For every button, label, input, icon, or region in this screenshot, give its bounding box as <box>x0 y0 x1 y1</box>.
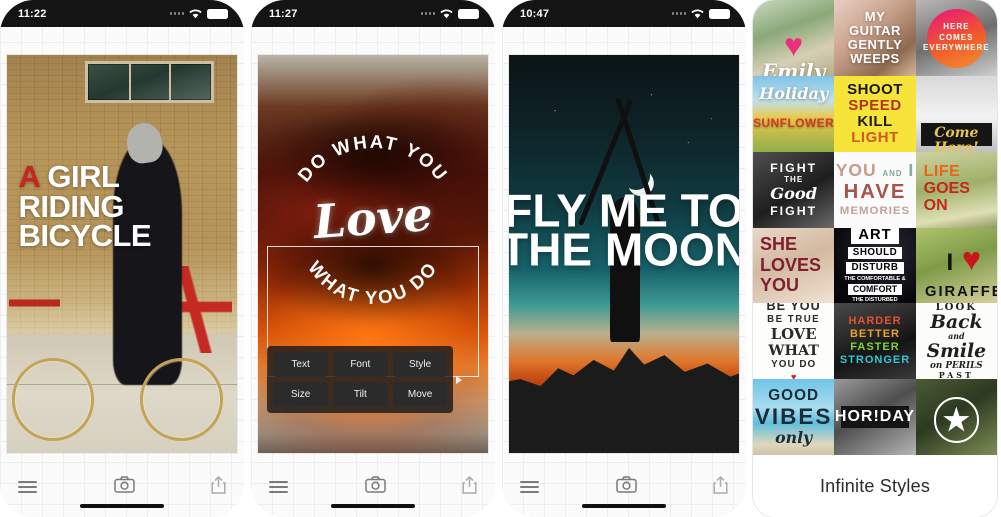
tile-here-label: HERE COMES EVERYWHERE <box>923 21 990 53</box>
tile-art-label: ARTSHOULDDISTURB THE COMFORTABLE & COMFORT… <box>844 227 906 303</box>
tile-guitar[interactable]: MY GUITAR GENTLY WEEPS <box>834 0 916 76</box>
gallery-caption: Infinite Styles <box>753 455 997 517</box>
tile-art[interactable]: ARTSHOULDDISTURB THE COMFORTABLE & COMFORT… <box>834 227 916 304</box>
bicycle-photo <box>7 55 237 453</box>
phone-sunset: 11:27 DO WHAT YOU WHAT YOU DO Love Text … <box>251 0 495 517</box>
signal-dots-icon <box>169 12 184 15</box>
bottom-toolbar-2 <box>251 457 495 517</box>
tool-button-move[interactable]: Move <box>392 382 448 408</box>
home-indicator-1 <box>80 504 164 508</box>
tile-beyou-label: BE YOU BE TRUE LOVE WHAT YOU DO ♥ <box>766 303 821 380</box>
screen-1: A GIRL RIDING BICYCLE <box>0 27 244 517</box>
status-bar-1: 11:22 <box>0 0 244 27</box>
wifi-icon <box>691 8 704 19</box>
tile-shoot-label: SHOOT SPEED KILL LIGHT <box>847 81 903 147</box>
tile-eagle-label: ★ <box>942 404 970 438</box>
home-indicator-2 <box>331 504 415 508</box>
tile-memories[interactable]: YOU AND I HAVE MEMORIES <box>834 151 916 228</box>
phone-moon: 10:47 FLY ME TO THE MOON <box>502 0 746 517</box>
status-bar-2: 11:27 <box>251 0 495 27</box>
tile-emily-label: ♥ Emily <box>762 27 826 76</box>
tool-button-font[interactable]: Font <box>332 352 388 378</box>
camera-icon[interactable] <box>364 476 386 498</box>
menu-icon[interactable] <box>18 481 37 493</box>
tile-life-label: LIFE GOES ON <box>923 163 970 214</box>
menu-icon[interactable] <box>269 481 288 493</box>
tile-horiday-label: HOR!DAY <box>834 408 916 426</box>
artwork-line-2: RIDING <box>18 188 125 224</box>
script-word-love[interactable]: Love <box>312 187 435 249</box>
camera-icon[interactable] <box>113 476 135 498</box>
tile-guitar-label: MY GUITAR GENTLY WEEPS <box>847 9 903 67</box>
menu-icon[interactable] <box>520 481 539 493</box>
tile-vibes-label: GOOD VIBES only <box>754 387 833 448</box>
wifi-icon <box>440 8 453 19</box>
battery-icon <box>458 8 479 19</box>
artwork-canvas-2[interactable]: DO WHAT YOU WHAT YOU DO Love Text Font S… <box>258 55 488 453</box>
artwork-canvas-1[interactable]: A GIRL RIDING BICYCLE <box>7 55 237 453</box>
tile-fight-label: FIGHT THE Good FIGHT <box>770 160 818 219</box>
tool-button-style[interactable]: Style <box>392 352 448 378</box>
status-bar-3: 10:47 <box>502 0 746 27</box>
arc-text-bottom: WHAT YOU DO <box>304 257 441 308</box>
tile-come-label: Come Here! <box>934 124 979 152</box>
tile-holiday-label: Holiday SUNFLOWER <box>753 83 835 130</box>
screen-3: FLY ME TO THE MOON <box>502 27 746 517</box>
status-clock-3: 10:47 <box>520 7 550 20</box>
home-indicator-3 <box>582 504 666 508</box>
phone-bicycle: 11:22 A GIRL RIDING BICYCLE <box>0 0 244 517</box>
tile-vibes[interactable]: GOOD VIBES only <box>753 379 835 455</box>
share-icon[interactable] <box>211 475 226 499</box>
tile-come[interactable]: Come Here! <box>915 75 997 152</box>
tool-button-size[interactable]: Size <box>273 382 328 408</box>
wifi-icon <box>189 8 202 19</box>
status-clock-1: 11:22 <box>18 7 47 20</box>
status-clock-2: 11:27 <box>269 7 298 20</box>
bottom-toolbar-3 <box>502 457 746 517</box>
moon-line-2: THE MOON <box>509 223 739 276</box>
edit-tool-panel: Text Font Style Size Tilt Move <box>267 346 463 414</box>
tile-life[interactable]: LIFE GOES ON <box>915 151 997 228</box>
tile-beyou[interactable]: BE YOU BE TRUE LOVE WHAT YOU DO ♥ <box>753 303 835 380</box>
battery-icon <box>207 8 228 19</box>
tile-here[interactable]: HERE COMES EVERYWHERE <box>915 0 997 76</box>
artwork-canvas-3[interactable]: FLY ME TO THE MOON <box>509 55 739 453</box>
tile-emily[interactable]: ♥ Emily <box>753 0 835 76</box>
tool-button-text[interactable]: Text <box>273 352 328 378</box>
status-indicators-1 <box>169 8 228 19</box>
signal-dots-icon <box>420 12 435 15</box>
tile-she[interactable]: SHE LOVES YOU <box>753 227 835 304</box>
arc-text-top: DO WHAT YOU <box>293 131 452 186</box>
artwork-text-1[interactable]: A GIRL RIDING BICYCLE <box>18 161 152 254</box>
app-root: 11:22 A GIRL RIDING BICYCLE 11:27 DO WHA… <box>0 0 1001 517</box>
tool-button-tilt[interactable]: Tilt <box>332 382 388 408</box>
tile-harder-label: HARDER BETTER FASTER STRONGER <box>839 315 911 367</box>
tile-shoot[interactable]: SHOOT SPEED KILL LIGHT <box>834 75 916 152</box>
tile-memories-label: YOU AND I HAVE MEMORIES <box>835 159 915 217</box>
share-icon[interactable] <box>462 475 477 499</box>
tile-look-label: LOOK Back and Smile on PERILS PAST <box>926 303 986 380</box>
tile-harder[interactable]: HARDER BETTER FASTER STRONGER <box>834 303 916 380</box>
artwork-text-3[interactable]: FLY ME TO THE MOON <box>509 188 739 276</box>
style-tile-grid: ♥ Emily MY GUITAR GENTLY WEEPS HERE COMES EVERY… <box>753 0 997 455</box>
tile-giraffe[interactable]: I ♥ GIRAFFE <box>915 227 997 304</box>
status-indicators-2 <box>420 8 479 19</box>
tile-eagle[interactable]: ★ <box>915 379 997 455</box>
tile-holiday[interactable]: Holiday SUNFLOWER <box>753 75 835 152</box>
screen-2: DO WHAT YOU WHAT YOU DO Love Text Font S… <box>251 27 495 517</box>
share-icon[interactable] <box>713 475 728 499</box>
chevron-right-icon[interactable] <box>456 375 463 384</box>
gallery-panel: ♥ Emily MY GUITAR GENTLY WEEPS HERE COMES EVERY… <box>753 0 997 517</box>
tile-she-label: SHE LOVES YOU <box>760 234 822 296</box>
tile-horiday[interactable]: HOR!DAY <box>834 379 916 455</box>
signal-dots-icon <box>671 12 686 15</box>
camera-icon[interactable] <box>615 476 637 498</box>
tile-look[interactable]: LOOK Back and Smile on PERILS PAST <box>915 303 997 380</box>
bottom-toolbar-1 <box>0 457 244 517</box>
battery-icon <box>709 8 730 19</box>
tile-giraffe-label: I ♥ GIRAFFE <box>925 240 997 301</box>
artwork-line-3: BICYCLE <box>18 218 152 254</box>
status-indicators-3 <box>671 8 730 19</box>
tile-fight[interactable]: FIGHT THE Good FIGHT <box>753 151 835 228</box>
